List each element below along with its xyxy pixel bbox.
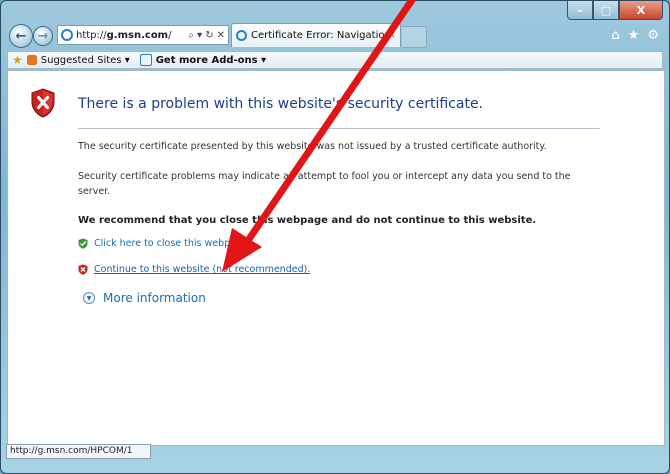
continue-link-text[interactable]: Continue to this website (not recommende… xyxy=(94,264,310,275)
more-information-toggle[interactable]: ▼ More information xyxy=(83,291,206,305)
stop-icon[interactable]: ✕ xyxy=(217,30,225,41)
error-shield-icon xyxy=(31,88,55,118)
minimize-button[interactable]: – xyxy=(567,1,593,20)
green-shield-icon xyxy=(78,238,88,249)
search-icon[interactable]: ⌕ ▾ xyxy=(188,30,202,41)
refresh-icon[interactable]: ↻ xyxy=(205,30,213,41)
favorites-icon[interactable]: ★ xyxy=(12,53,23,67)
new-tab-button[interactable] xyxy=(402,26,427,48)
recommendation-text: We recommend that you close this webpage… xyxy=(78,215,537,226)
caption-buttons: – □ X xyxy=(567,1,663,20)
favorites-bar: ★ Suggested Sites ▾ Get more Add-ons ▾ xyxy=(7,51,663,69)
tab-certificate-error[interactable]: Certificate Error: Navigation... ✕ xyxy=(231,23,401,47)
red-shield-icon xyxy=(78,264,88,275)
url-prefix: http:// xyxy=(76,29,107,41)
continue-to-website-link[interactable]: Continue to this website (not recommende… xyxy=(78,264,310,275)
favorites-star-icon[interactable]: ★ xyxy=(628,28,640,43)
page-content: There is a problem with this website's s… xyxy=(7,70,665,446)
tab-close-icon[interactable]: ✕ xyxy=(388,31,400,41)
forward-button[interactable]: → xyxy=(33,26,53,46)
get-more-addons-link[interactable]: Get more Add-ons ▾ xyxy=(156,55,266,66)
expand-chevron-icon[interactable]: ▼ xyxy=(83,292,95,304)
warning-paragraph: Security certificate problems may indica… xyxy=(78,171,571,197)
gear-icon[interactable]: ⚙ xyxy=(647,28,659,43)
close-window-button[interactable]: X xyxy=(619,1,663,20)
close-webpage-link[interactable]: Click here to close this webpage. xyxy=(78,238,251,249)
home-icon[interactable]: ⌂ xyxy=(611,28,619,43)
address-url[interactable]: http://g.msn.com/ xyxy=(76,30,188,41)
tab-label: Certificate Error: Navigation... xyxy=(251,30,388,41)
close-webpage-link-text[interactable]: Click here to close this webpage. xyxy=(94,238,251,249)
addons-page-icon xyxy=(139,54,152,66)
forward-arrow-icon: → xyxy=(37,28,49,44)
url-host: g.msn.com xyxy=(106,29,169,41)
toolbar-icons: ⌂ ★ ⚙ xyxy=(611,28,659,43)
address-actions: ⌕ ▾ ↻ ✕ xyxy=(188,30,228,41)
title-divider xyxy=(78,128,600,129)
more-information-label[interactable]: More information xyxy=(103,291,206,305)
maximize-button[interactable]: □ xyxy=(593,1,619,20)
explanation-paragraph: The security certificate presented by th… xyxy=(78,141,547,152)
browser-window: – □ X ← → http://g.msn.com/ ⌕ ▾ ↻ ✕ Cert… xyxy=(0,0,670,474)
back-button[interactable]: ← xyxy=(9,24,33,48)
suggested-sites-icon xyxy=(26,55,37,65)
page-title: There is a problem with this website's s… xyxy=(78,96,484,112)
back-arrow-icon: ← xyxy=(15,28,27,44)
ie-page-icon xyxy=(61,29,73,41)
ie-tab-icon xyxy=(236,30,247,41)
address-bar[interactable]: http://g.msn.com/ ⌕ ▾ ↻ ✕ xyxy=(57,25,229,45)
url-suffix: / xyxy=(168,29,172,41)
status-bar-url: http://g.msn.com/HPCOM/1 xyxy=(6,444,151,459)
navigation-bar: ← → http://g.msn.com/ ⌕ ▾ ↻ ✕ Certificat… xyxy=(9,23,661,49)
suggested-sites-link[interactable]: Suggested Sites ▾ xyxy=(41,55,130,66)
